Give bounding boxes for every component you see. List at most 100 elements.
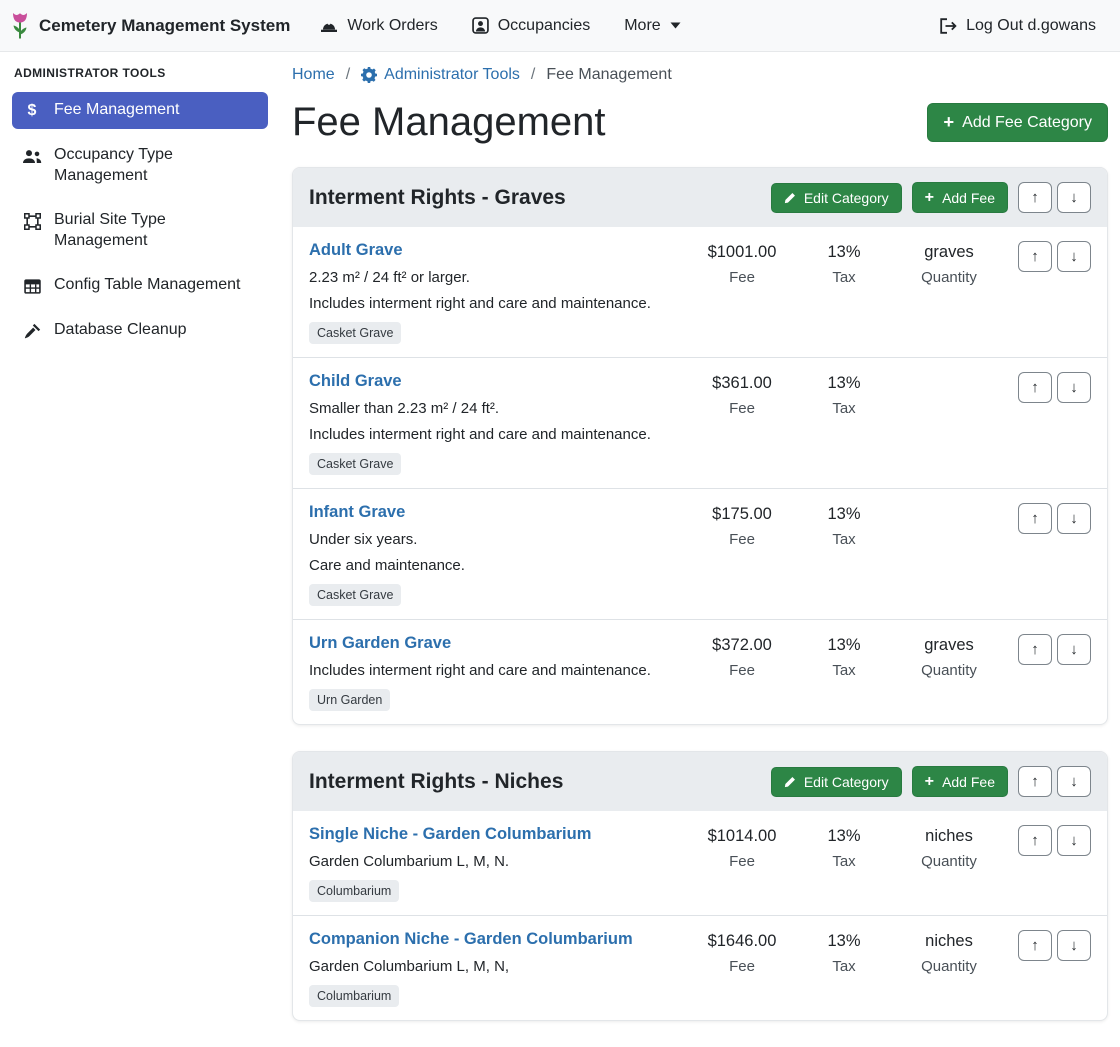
- quantity-label: Quantity: [894, 958, 1004, 975]
- add-fee-category-label: Add Fee Category: [962, 114, 1092, 132]
- quantity-label: Quantity: [894, 853, 1004, 870]
- fee-name-link[interactable]: Adult Grave: [309, 241, 403, 259]
- tax-label: Tax: [794, 662, 894, 679]
- logout-icon: [939, 18, 957, 34]
- users-icon: [22, 146, 42, 164]
- fee-name-link[interactable]: Urn Garden Grave: [309, 634, 451, 652]
- arrow-up-icon: ↑: [1031, 833, 1039, 848]
- fee-move-down-button[interactable]: ↓: [1057, 372, 1091, 403]
- add-fee-button[interactable]: + Add Fee: [912, 766, 1008, 796]
- fee-description: 2.23 m² / 24 ft² or larger.: [309, 269, 680, 286]
- add-fee-button[interactable]: + Add Fee: [912, 182, 1008, 212]
- breadcrumb-separator: /: [346, 66, 350, 84]
- arrow-down-icon: ↓: [1070, 511, 1078, 526]
- fee-name-link[interactable]: Infant Grave: [309, 503, 405, 521]
- fee-name-link[interactable]: Companion Niche - Garden Columbarium: [309, 930, 633, 948]
- plus-icon: +: [925, 189, 934, 205]
- pencil-icon: [784, 192, 796, 204]
- arrow-down-icon: ↓: [1070, 774, 1078, 789]
- fee-move-down-button[interactable]: ↓: [1057, 503, 1091, 534]
- arrow-down-icon: ↓: [1070, 833, 1078, 848]
- fee-info: Urn Garden Grave Includes interment righ…: [309, 634, 690, 711]
- fee-move-up-button[interactable]: ↑: [1018, 634, 1052, 665]
- logout-link[interactable]: Log Out d.gowans: [939, 17, 1096, 35]
- arrow-down-icon: ↓: [1070, 642, 1078, 657]
- fee-info: Companion Niche - Garden Columbarium Gar…: [309, 930, 690, 1007]
- fee-reorder-controls: ↑ ↓: [1018, 634, 1091, 665]
- fee-name-link[interactable]: Child Grave: [309, 372, 402, 390]
- edit-category-button[interactable]: Edit Category: [771, 767, 902, 797]
- sidebar-item-burial-site-type-management[interactable]: Burial Site Type Management: [12, 202, 268, 259]
- fee-move-down-button[interactable]: ↓: [1057, 634, 1091, 665]
- tax-column: 13% Tax: [794, 825, 894, 870]
- fee-amount-column: $1014.00 Fee: [690, 825, 794, 870]
- dollar-icon: $: [22, 101, 42, 121]
- breadcrumb-home[interactable]: Home: [292, 66, 335, 84]
- fee-amount-column: $175.00 Fee: [690, 503, 794, 548]
- category-header: Interment Rights - Niches Edit Category …: [293, 752, 1107, 811]
- quantity-unit: graves: [894, 636, 1004, 655]
- add-fee-category-button[interactable]: + Add Fee Category: [927, 103, 1108, 141]
- category-move-up-button[interactable]: ↑: [1018, 182, 1052, 213]
- occupant-frame-icon: [472, 17, 489, 34]
- fee-amount: $1646.00: [690, 932, 794, 951]
- logout-label: Log Out d.gowans: [966, 17, 1096, 35]
- fee-reorder-controls: ↑ ↓: [1018, 372, 1091, 403]
- fee-amount-label: Fee: [690, 662, 794, 679]
- arrow-down-icon: ↓: [1070, 190, 1078, 205]
- edit-category-label: Edit Category: [804, 190, 889, 206]
- fee-reorder-controls: ↑ ↓: [1018, 825, 1091, 856]
- tulip-logo-icon: [10, 11, 30, 40]
- fee-description: Includes interment right and care and ma…: [309, 295, 680, 312]
- fee-description: Includes interment right and care and ma…: [309, 662, 680, 679]
- fee-move-up-button[interactable]: ↑: [1018, 930, 1052, 961]
- quantity-unit: niches: [894, 827, 1004, 846]
- app-brand[interactable]: Cemetery Management System: [10, 11, 290, 40]
- sidebar-item-config-table-management[interactable]: Config Table Management: [12, 267, 268, 303]
- fee-row: Child Grave Smaller than 2.23 m² / 24 ft…: [293, 357, 1107, 488]
- tax-column: 13% Tax: [794, 930, 894, 975]
- page-title: Fee Management: [292, 100, 606, 145]
- quantity-column: niches Quantity: [894, 930, 1004, 975]
- sidebar-item-label: Occupancy Type Management: [54, 145, 258, 186]
- category-move-down-button[interactable]: ↓: [1057, 766, 1091, 797]
- fee-type-badge: Columbarium: [309, 880, 399, 902]
- sidebar-item-fee-management[interactable]: $ Fee Management: [12, 92, 268, 129]
- category-move-down-button[interactable]: ↓: [1057, 182, 1091, 213]
- nav-more[interactable]: More: [624, 17, 680, 35]
- tax-label: Tax: [794, 400, 894, 417]
- arrow-up-icon: ↑: [1031, 380, 1039, 395]
- fee-amount-label: Fee: [690, 269, 794, 286]
- fee-move-down-button[interactable]: ↓: [1057, 930, 1091, 961]
- fee-move-up-button[interactable]: ↑: [1018, 241, 1052, 272]
- fee-move-up-button[interactable]: ↑: [1018, 825, 1052, 856]
- fee-move-down-button[interactable]: ↓: [1057, 241, 1091, 272]
- category-move-up-button[interactable]: ↑: [1018, 766, 1052, 797]
- arrow-down-icon: ↓: [1070, 249, 1078, 264]
- sidebar-item-label: Config Table Management: [54, 275, 241, 295]
- sidebar-item-label: Database Cleanup: [54, 320, 187, 340]
- sidebar-item-occupancy-type-management[interactable]: Occupancy Type Management: [12, 137, 268, 194]
- sidebar: ADMINISTRATOR TOOLS $ Fee Management Occ…: [0, 52, 280, 356]
- fee-name-link[interactable]: Single Niche - Garden Columbarium: [309, 825, 591, 843]
- fee-move-down-button[interactable]: ↓: [1057, 825, 1091, 856]
- fee-move-up-button[interactable]: ↑: [1018, 372, 1052, 403]
- tax-label: Tax: [794, 531, 894, 548]
- nav-occupancies[interactable]: Occupancies: [472, 17, 591, 35]
- quantity-unit: graves: [894, 243, 1004, 262]
- add-fee-label: Add Fee: [942, 190, 995, 206]
- category-reorder-controls: ↑ ↓: [1018, 182, 1091, 213]
- hard-hat-icon: [320, 18, 338, 33]
- quantity-column: graves Quantity: [894, 634, 1004, 679]
- breadcrumb-admin-tools[interactable]: Administrator Tools: [361, 66, 520, 84]
- quantity-column-empty: [894, 503, 1004, 505]
- breadcrumb-separator: /: [531, 66, 535, 84]
- sidebar-item-database-cleanup[interactable]: Database Cleanup: [12, 312, 268, 348]
- nav-work-orders[interactable]: Work Orders: [320, 17, 437, 35]
- fee-move-up-button[interactable]: ↑: [1018, 503, 1052, 534]
- arrow-up-icon: ↑: [1031, 249, 1039, 264]
- edit-category-button[interactable]: Edit Category: [771, 183, 902, 213]
- app-title: Cemetery Management System: [39, 16, 290, 36]
- tax-rate: 13%: [794, 827, 894, 846]
- fee-type-badge: Casket Grave: [309, 322, 401, 344]
